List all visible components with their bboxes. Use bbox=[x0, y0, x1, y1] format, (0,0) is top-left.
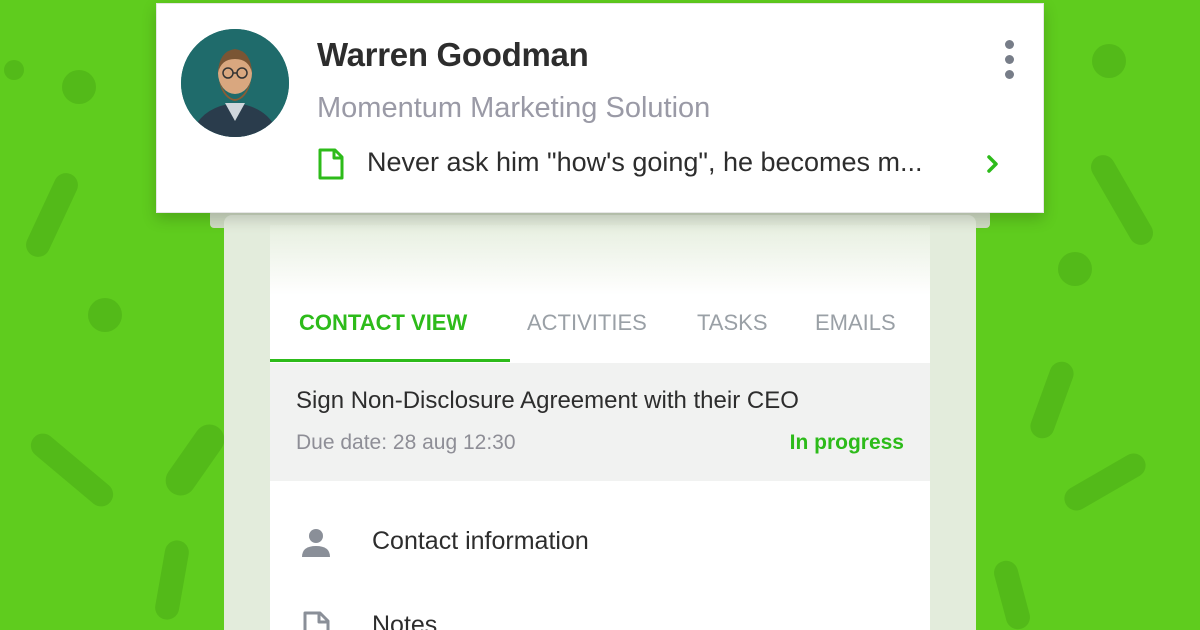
more-options-icon[interactable] bbox=[1003, 40, 1015, 84]
note-preview: Never ask him "how's going", he becomes … bbox=[367, 147, 923, 177]
tab-tasks[interactable]: TASKS bbox=[697, 310, 768, 336]
person-icon bbox=[300, 527, 332, 559]
document-icon bbox=[317, 148, 345, 180]
active-tab-indicator bbox=[270, 359, 510, 362]
menu-item-label: Notes bbox=[372, 611, 438, 630]
menu-item-notes[interactable]: Notes bbox=[270, 595, 930, 630]
screen-header-shade bbox=[270, 225, 930, 295]
tab-emails[interactable]: EMAILS bbox=[815, 310, 896, 336]
menu-item-contact-information[interactable]: Contact information bbox=[270, 511, 930, 571]
avatar bbox=[181, 29, 289, 137]
contact-company: Momentum Marketing Solution bbox=[317, 92, 711, 124]
contact-name: Warren Goodman bbox=[317, 36, 589, 73]
status-badge: In progress bbox=[789, 431, 904, 454]
document-icon bbox=[300, 611, 332, 630]
task-item[interactable]: Sign Non-Disclosure Agreement with their… bbox=[270, 363, 930, 481]
task-title: Sign Non-Disclosure Agreement with their… bbox=[296, 387, 799, 414]
tab-contact-view[interactable]: CONTACT VIEW bbox=[299, 310, 467, 336]
contact-note[interactable]: Never ask him "how's going", he becomes … bbox=[317, 144, 1022, 184]
tab-activities[interactable]: ACTIVITIES bbox=[527, 310, 647, 336]
menu-item-label: Contact information bbox=[372, 527, 589, 555]
tab-bar: CONTACT VIEW ACTIVITIES TASKS EMAILS bbox=[270, 295, 930, 363]
contact-card[interactable]: Warren Goodman Momentum Marketing Soluti… bbox=[156, 3, 1044, 213]
chevron-right-icon[interactable] bbox=[986, 154, 1000, 174]
task-due-date: Due date: 28 aug 12:30 bbox=[296, 431, 516, 454]
contact-menu: Contact information Notes bbox=[270, 481, 930, 630]
